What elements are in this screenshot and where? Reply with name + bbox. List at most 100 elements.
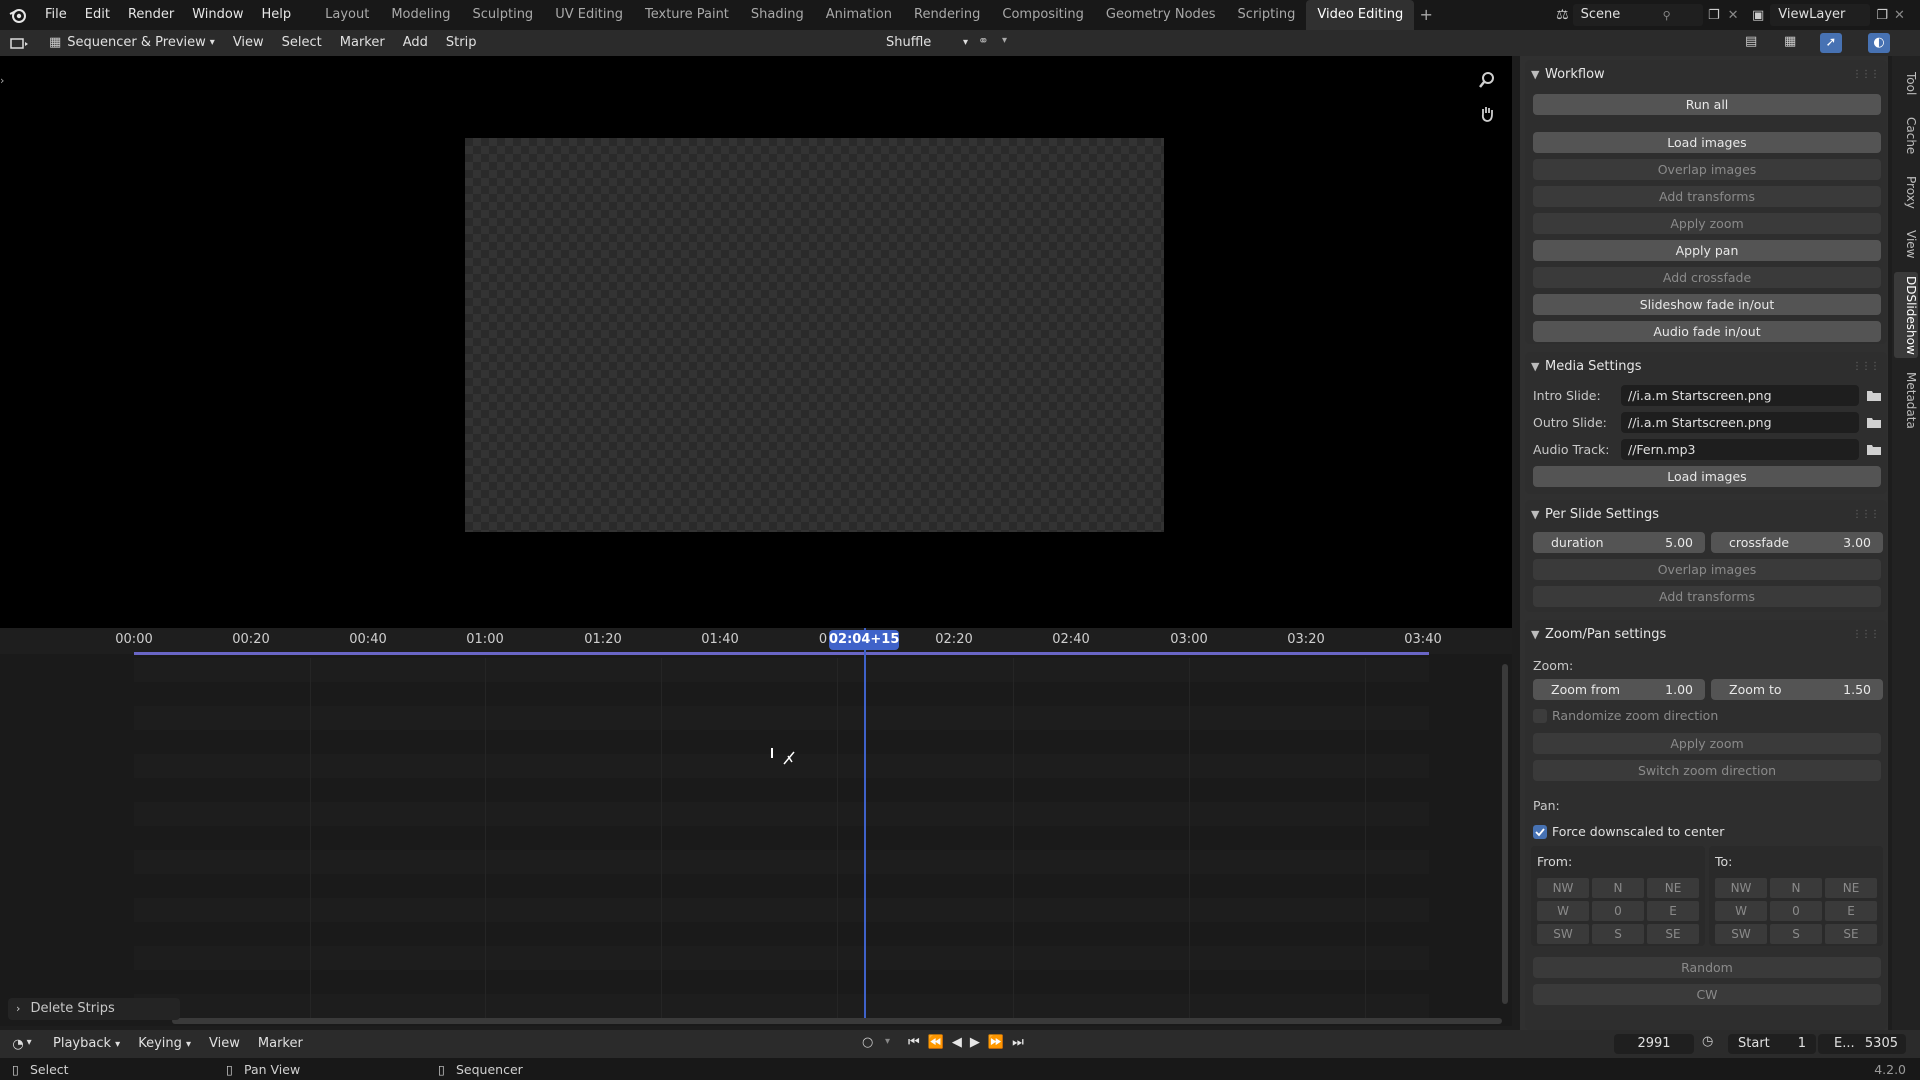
intro-slide-field[interactable]: //i.a.m Startscreen.png — [1621, 385, 1859, 406]
menu-marker[interactable]: Marker — [331, 30, 394, 56]
menu-view-timeline[interactable]: View — [200, 1031, 249, 1057]
tab-geometry-nodes[interactable]: Geometry Nodes — [1095, 0, 1227, 30]
start-frame-field[interactable]: Start 1 — [1728, 1034, 1816, 1054]
sequencer-timeline[interactable]: 00:00 00:20 00:40 01:00 01:20 01:40 0 02… — [0, 628, 1512, 1026]
scene-name-field[interactable]: Scene — [1572, 4, 1703, 26]
tab-animation[interactable]: Animation — [815, 0, 903, 30]
zoom-icon[interactable] — [1475, 68, 1499, 92]
editor-type-icon[interactable] — [0, 36, 40, 50]
timeline-editor-icon[interactable]: ◔ ▾ — [0, 1037, 44, 1052]
from-w-button[interactable]: W — [1537, 901, 1589, 921]
randomize-zoom-checkbox[interactable] — [1533, 709, 1547, 723]
scene-selector[interactable]: ⚖ Scene ⚲ — [1556, 3, 1703, 27]
from-n-button[interactable]: N — [1592, 878, 1644, 898]
pan-hand-icon[interactable] — [1475, 102, 1499, 126]
overlap-mode-dropdown[interactable]: Shuffle ▾ — [880, 32, 970, 54]
menu-add[interactable]: Add — [394, 30, 437, 56]
next-keyframe-icon[interactable]: ⏩ — [988, 1035, 1004, 1050]
to-sw-button[interactable]: SW — [1715, 924, 1767, 944]
menu-file[interactable]: File — [36, 0, 76, 30]
menu-render[interactable]: Render — [119, 0, 183, 30]
random-pan-button[interactable]: Random — [1533, 957, 1881, 978]
tab-proxy[interactable]: Proxy — [1894, 168, 1918, 216]
jump-end-icon[interactable]: ⏭ — [1012, 1035, 1024, 1050]
zoom-to-field[interactable]: Zoom to 1.50 — [1711, 679, 1883, 700]
record-icon[interactable]: ○ — [862, 1035, 873, 1050]
gizmo-icon[interactable]: ▤ — [1745, 34, 1757, 49]
crossfade-field[interactable]: crossfade 3.00 — [1711, 532, 1883, 553]
menu-edit[interactable]: Edit — [76, 0, 119, 30]
load-images-button[interactable]: Load images — [1533, 132, 1881, 153]
record-chevron-icon[interactable]: ▾ — [885, 1036, 890, 1047]
to-center-button[interactable]: 0 — [1770, 901, 1822, 921]
outro-slide-field[interactable]: //i.a.m Startscreen.png — [1621, 412, 1859, 433]
strip-channels[interactable] — [134, 658, 1429, 1023]
tab-sculpting[interactable]: Sculpting — [461, 0, 544, 30]
preview-area[interactable]: › — [0, 56, 1512, 628]
tool-settings-icon[interactable]: ➚ — [1820, 33, 1842, 53]
menu-marker-timeline[interactable]: Marker — [249, 1031, 312, 1057]
menu-help[interactable]: Help — [253, 0, 301, 30]
to-n-button[interactable]: N — [1770, 878, 1822, 898]
copy-view-layer-icon[interactable]: ❐ — [1876, 8, 1888, 23]
snap-icon[interactable]: ⚭ — [978, 34, 989, 49]
horizontal-scrollbar[interactable] — [172, 1018, 1502, 1024]
view-layer-field[interactable]: ViewLayer — [1770, 4, 1871, 26]
overlap-images-button[interactable]: Overlap images — [1533, 159, 1881, 180]
tab-texture-paint[interactable]: Texture Paint — [634, 0, 740, 30]
per-slide-add-transforms-button[interactable]: Add transforms — [1533, 586, 1881, 607]
per-slide-overlap-button[interactable]: Overlap images — [1533, 559, 1881, 580]
copy-scene-icon[interactable]: ❐ — [1708, 8, 1720, 23]
close-view-layer-icon[interactable]: ✕ — [1894, 8, 1905, 23]
drag-grip-icon[interactable]: ⋮⋮⋮ — [1852, 629, 1880, 640]
to-nw-button[interactable]: NW — [1715, 878, 1767, 898]
tab-view[interactable]: View — [1894, 224, 1918, 264]
tab-rendering[interactable]: Rendering — [903, 0, 991, 30]
from-se-button[interactable]: SE — [1647, 924, 1699, 944]
zp-apply-zoom-button[interactable]: Apply zoom — [1533, 733, 1881, 754]
tab-modeling[interactable]: Modeling — [380, 0, 461, 30]
end-frame-field[interactable]: E... 5305 — [1818, 1034, 1906, 1054]
preview-range-icon[interactable]: ◷ — [1702, 1034, 1713, 1049]
folder-icon[interactable] — [1865, 386, 1883, 404]
from-sw-button[interactable]: SW — [1537, 924, 1589, 944]
from-ne-button[interactable]: NE — [1647, 878, 1699, 898]
snap-chevron-icon[interactable]: ▾ — [1002, 35, 1007, 46]
tab-scripting[interactable]: Scripting — [1227, 0, 1307, 30]
media-load-images-button[interactable]: Load images — [1533, 466, 1881, 487]
tab-compositing[interactable]: Compositing — [991, 0, 1095, 30]
from-s-button[interactable]: S — [1592, 924, 1644, 944]
menu-select[interactable]: Select — [273, 30, 331, 56]
overlays-icon[interactable]: ◐ — [1868, 33, 1890, 53]
add-workspace-button[interactable]: + — [1414, 0, 1438, 30]
run-all-button[interactable]: Run all — [1533, 94, 1881, 115]
tab-tool[interactable]: Tool — [1894, 64, 1918, 104]
per-slide-header[interactable]: ▼ Per Slide Settings ⋮⋮⋮ — [1525, 500, 1887, 528]
time-ruler[interactable]: 00:00 00:20 00:40 01:00 01:20 01:40 0 02… — [0, 628, 1512, 654]
to-se-button[interactable]: SE — [1825, 924, 1877, 944]
playhead[interactable] — [864, 628, 866, 1018]
to-s-button[interactable]: S — [1770, 924, 1822, 944]
prev-keyframe-icon[interactable]: ⏪ — [928, 1035, 944, 1050]
tab-uv-editing[interactable]: UV Editing — [544, 0, 634, 30]
audio-fade-button[interactable]: Audio fade in/out — [1533, 321, 1881, 342]
zoom-from-field[interactable]: Zoom from 1.00 — [1533, 679, 1705, 700]
folder-icon[interactable] — [1865, 440, 1883, 458]
apply-pan-button[interactable]: Apply pan — [1533, 240, 1881, 261]
to-ne-button[interactable]: NE — [1825, 878, 1877, 898]
media-settings-header[interactable]: ▼ Media Settings ⋮⋮⋮ — [1525, 352, 1887, 380]
audio-track-field[interactable]: //Fern.mp3 — [1621, 439, 1859, 460]
tab-cache[interactable]: Cache — [1894, 112, 1918, 160]
pin-icon[interactable]: ⚲ — [1663, 9, 1671, 22]
tab-ddslideshow[interactable]: DDSlideshow — [1894, 272, 1918, 358]
vertical-scrollbar[interactable] — [1502, 664, 1508, 1004]
menu-playback[interactable]: Playback ▾ — [44, 1031, 129, 1058]
from-nw-button[interactable]: NW — [1537, 878, 1589, 898]
channels-icon[interactable]: ▦ — [1784, 34, 1796, 49]
folder-icon[interactable] — [1865, 413, 1883, 431]
drag-grip-icon[interactable]: ⋮⋮⋮ — [1852, 509, 1880, 520]
expand-toolbar-icon[interactable]: › — [0, 74, 4, 87]
tab-layout[interactable]: Layout — [314, 0, 380, 30]
duration-field[interactable]: duration 5.00 — [1533, 532, 1705, 553]
menu-window[interactable]: Window — [183, 0, 252, 30]
